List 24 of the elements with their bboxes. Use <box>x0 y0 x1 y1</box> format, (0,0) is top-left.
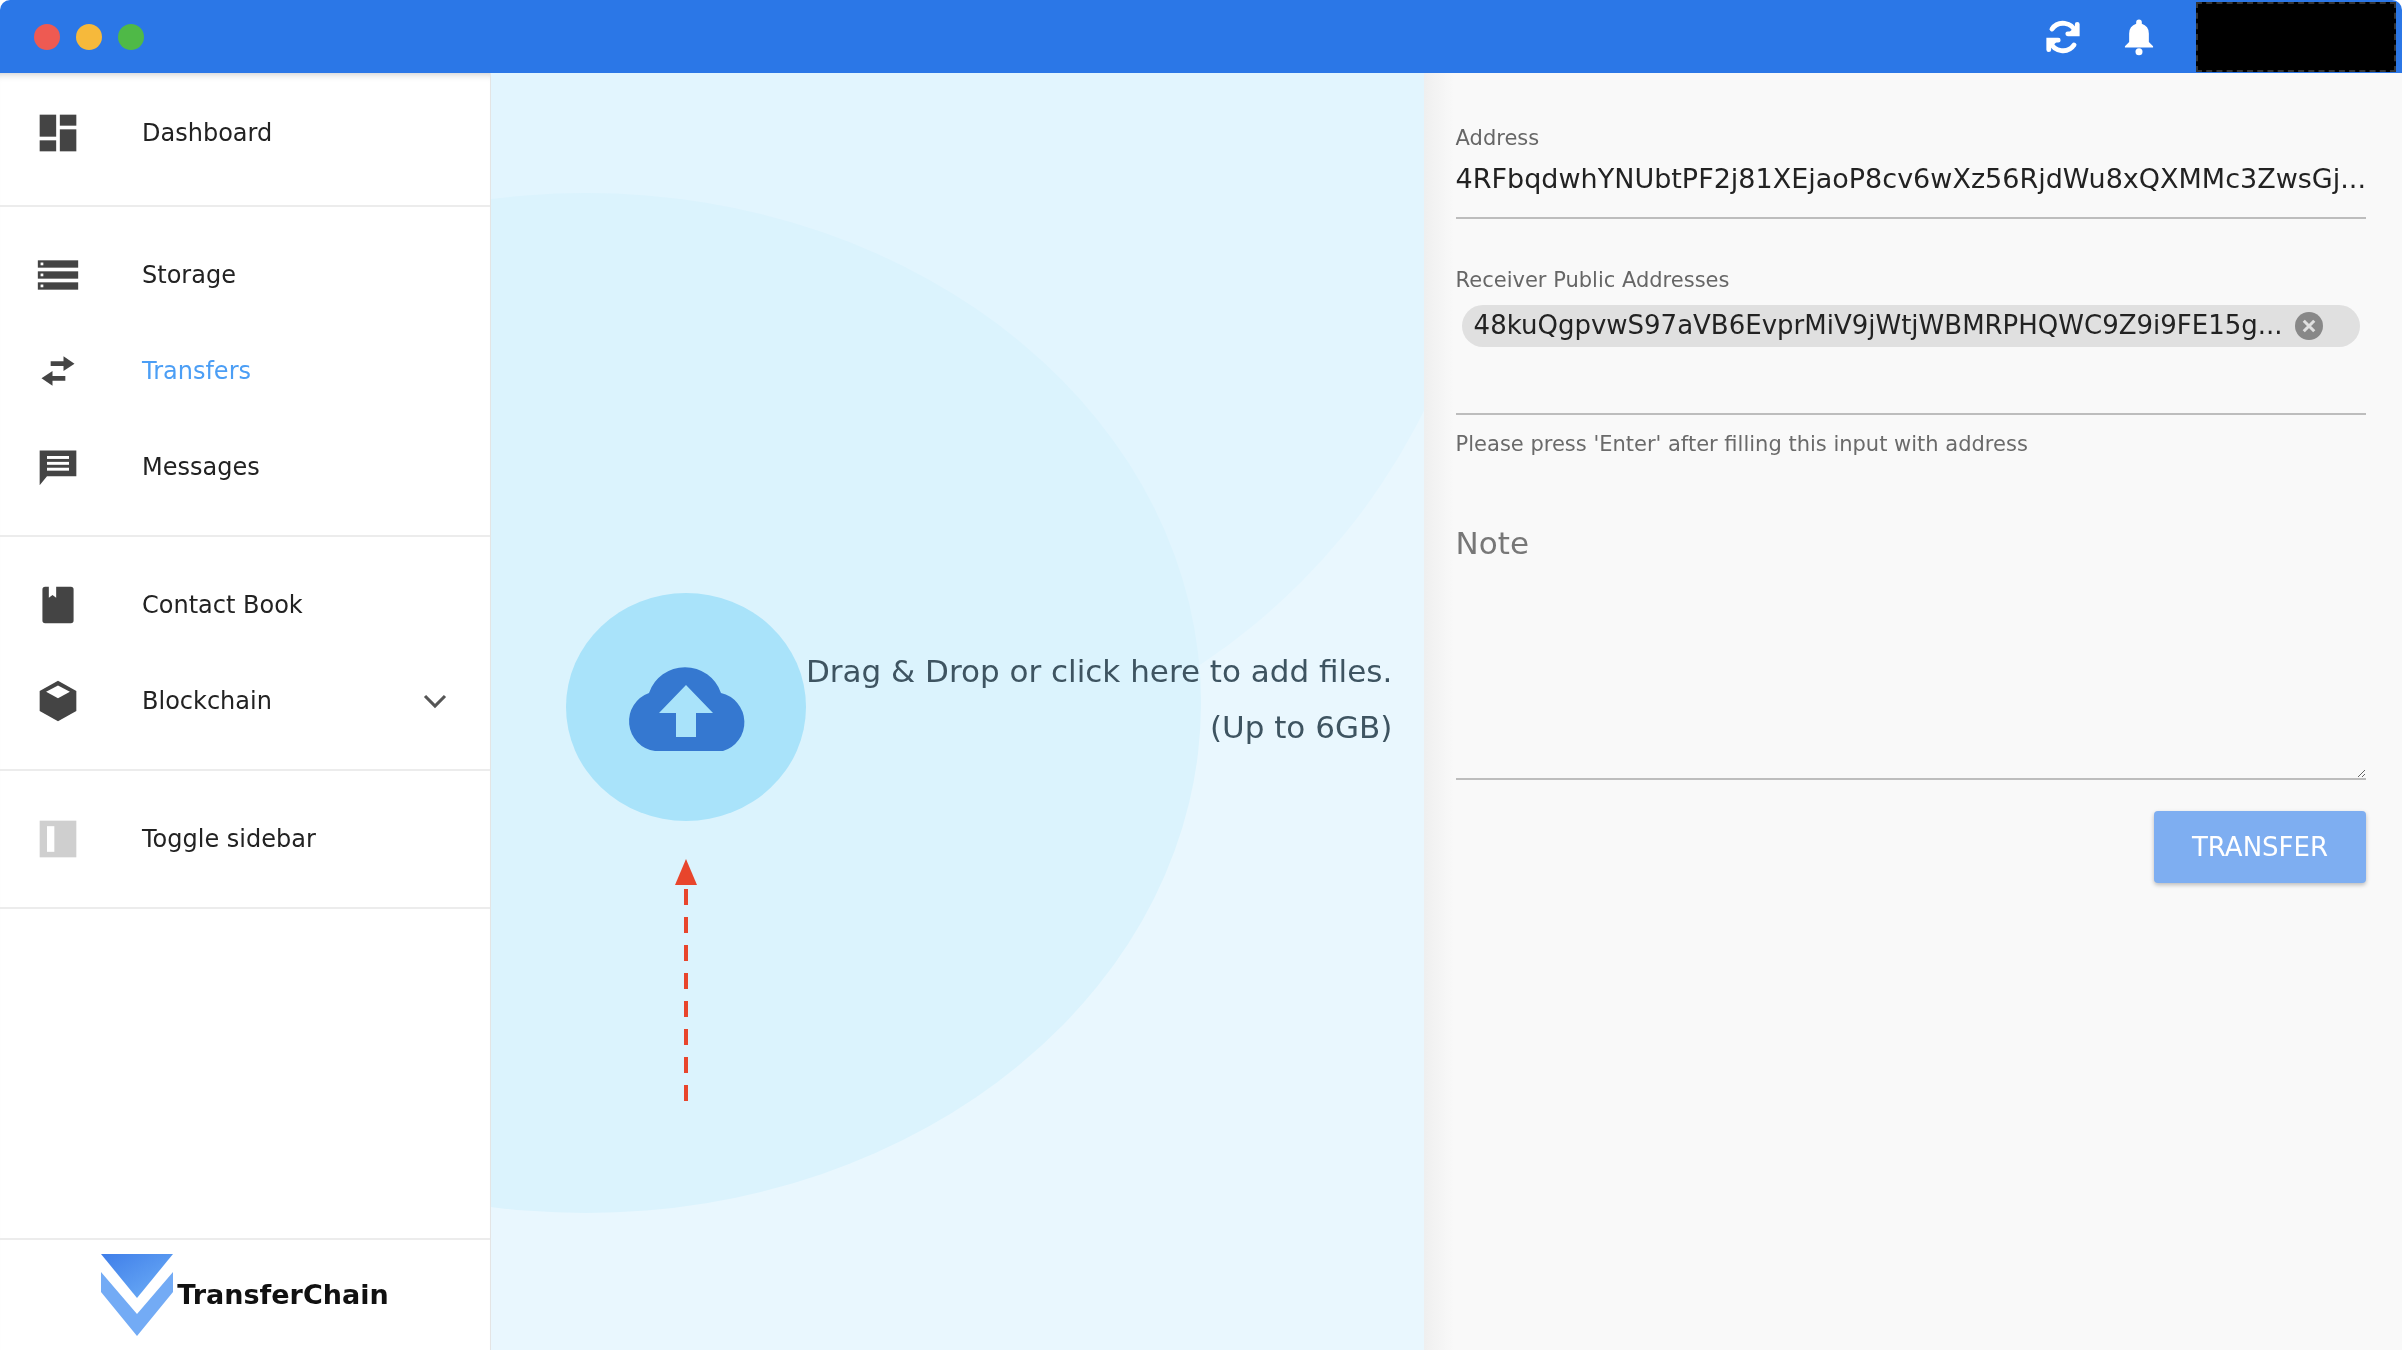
sidebar-item[interactable]: Toggle sidebar <box>0 791 490 887</box>
minimize-light[interactable] <box>76 23 102 50</box>
note-field[interactable]: Note <box>1455 520 2366 780</box>
bell-icon[interactable] <box>2122 17 2156 56</box>
drop-instructions: Drag & Drop or click here to add files. <box>805 652 1393 691</box>
drop-instructions: (Up to 6GB) <box>1208 708 1393 747</box>
zoom-light[interactable] <box>118 23 144 50</box>
logo-icon <box>101 1254 174 1336</box>
receiver-field[interactable]: 48kuQgpvwS97aVB6EvprMiV9jWtjWBMRPHQWC9Z9i9FE15g... <box>1455 296 2366 415</box>
sidebar-item[interactable]: Messages <box>0 419 490 515</box>
sidebar-item[interactable]: Blockchain <box>0 653 490 749</box>
drop-zone[interactable]: Drag & Drop or click here to add files. (Up to 6GB) <box>490 73 1424 1350</box>
remove-icon[interactable] <box>2294 311 2323 340</box>
field-label: Receiver Public Addresses <box>1455 267 1731 294</box>
close-light[interactable] <box>34 23 60 50</box>
logo-text: TransferChain <box>177 1277 389 1312</box>
sidebar-item[interactable]: Dashboard <box>0 85 490 181</box>
address-field[interactable]: 4RFbqdwhYNUbtPF2j81XEjaoP8cv6wXz56RjdWu8xQXMMc3ZwsGj... <box>1455 154 2366 219</box>
field-label: Address <box>1455 125 1541 152</box>
sidebar-item[interactable]: Storage <box>0 227 490 323</box>
address-chip[interactable]: 48kuQgpvwS97aVB6EvprMiV9jWtjWBMRPHQWC9Z9i9FE15g... <box>1461 304 2360 347</box>
sidebar-item[interactable]: Contact Book <box>0 557 490 653</box>
chip-text: 48kuQgpvwS97aVB6EvprMiV9jWtjWBMRPHQWC9Z9i9FE15g... <box>1473 309 2283 342</box>
helper-text: Please press 'Enter' after filling this input with address <box>1455 430 2029 458</box>
